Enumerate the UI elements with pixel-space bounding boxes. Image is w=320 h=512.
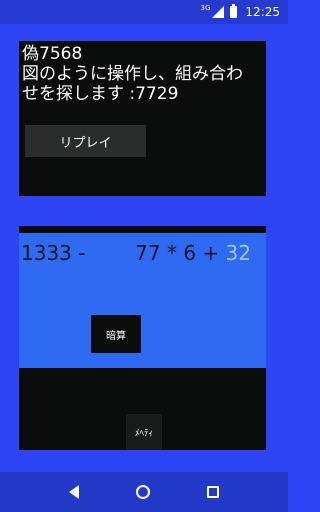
question-line-3: せを探します :7729 bbox=[22, 84, 179, 104]
signal-icon bbox=[212, 6, 225, 18]
formula-right-main: 77 * 6 + bbox=[135, 241, 220, 265]
home-icon[interactable] bbox=[135, 485, 150, 499]
formula-highlighted-number: 32 bbox=[225, 241, 251, 265]
game-panel: 1333 - 77 * 6 + 32 暗算 ﾒﾍﾃｨ bbox=[19, 226, 266, 450]
question-panel: 偽7568 図のように操作し、組み合わ せを探します :7729 リプレイ bbox=[19, 41, 266, 196]
menu-button[interactable]: ﾒﾍﾃｨ bbox=[126, 414, 162, 450]
formula-left-expression: 1333 - bbox=[21, 241, 86, 265]
clock-time: 12:25 bbox=[245, 5, 280, 19]
recent-apps-icon[interactable] bbox=[207, 486, 220, 498]
formula-right-expression: 77 * 6 + 32 bbox=[135, 241, 251, 265]
back-icon[interactable] bbox=[68, 485, 79, 499]
battery-icon bbox=[230, 4, 238, 18]
panel-divider-strip bbox=[19, 226, 266, 233]
replay-button[interactable]: リプレイ bbox=[25, 125, 146, 157]
navigation-bar bbox=[0, 472, 288, 512]
question-line-2: 図のように操作し、組み合わ bbox=[22, 64, 243, 84]
formula-area: 1333 - 77 * 6 + 32 暗算 bbox=[19, 233, 266, 368]
network-type-label: 3G bbox=[200, 4, 211, 12]
mental-calc-button[interactable]: 暗算 bbox=[91, 315, 141, 353]
question-line-1: 偽7568 bbox=[22, 44, 83, 64]
status-bar: 3G 12:25 bbox=[0, 0, 288, 24]
